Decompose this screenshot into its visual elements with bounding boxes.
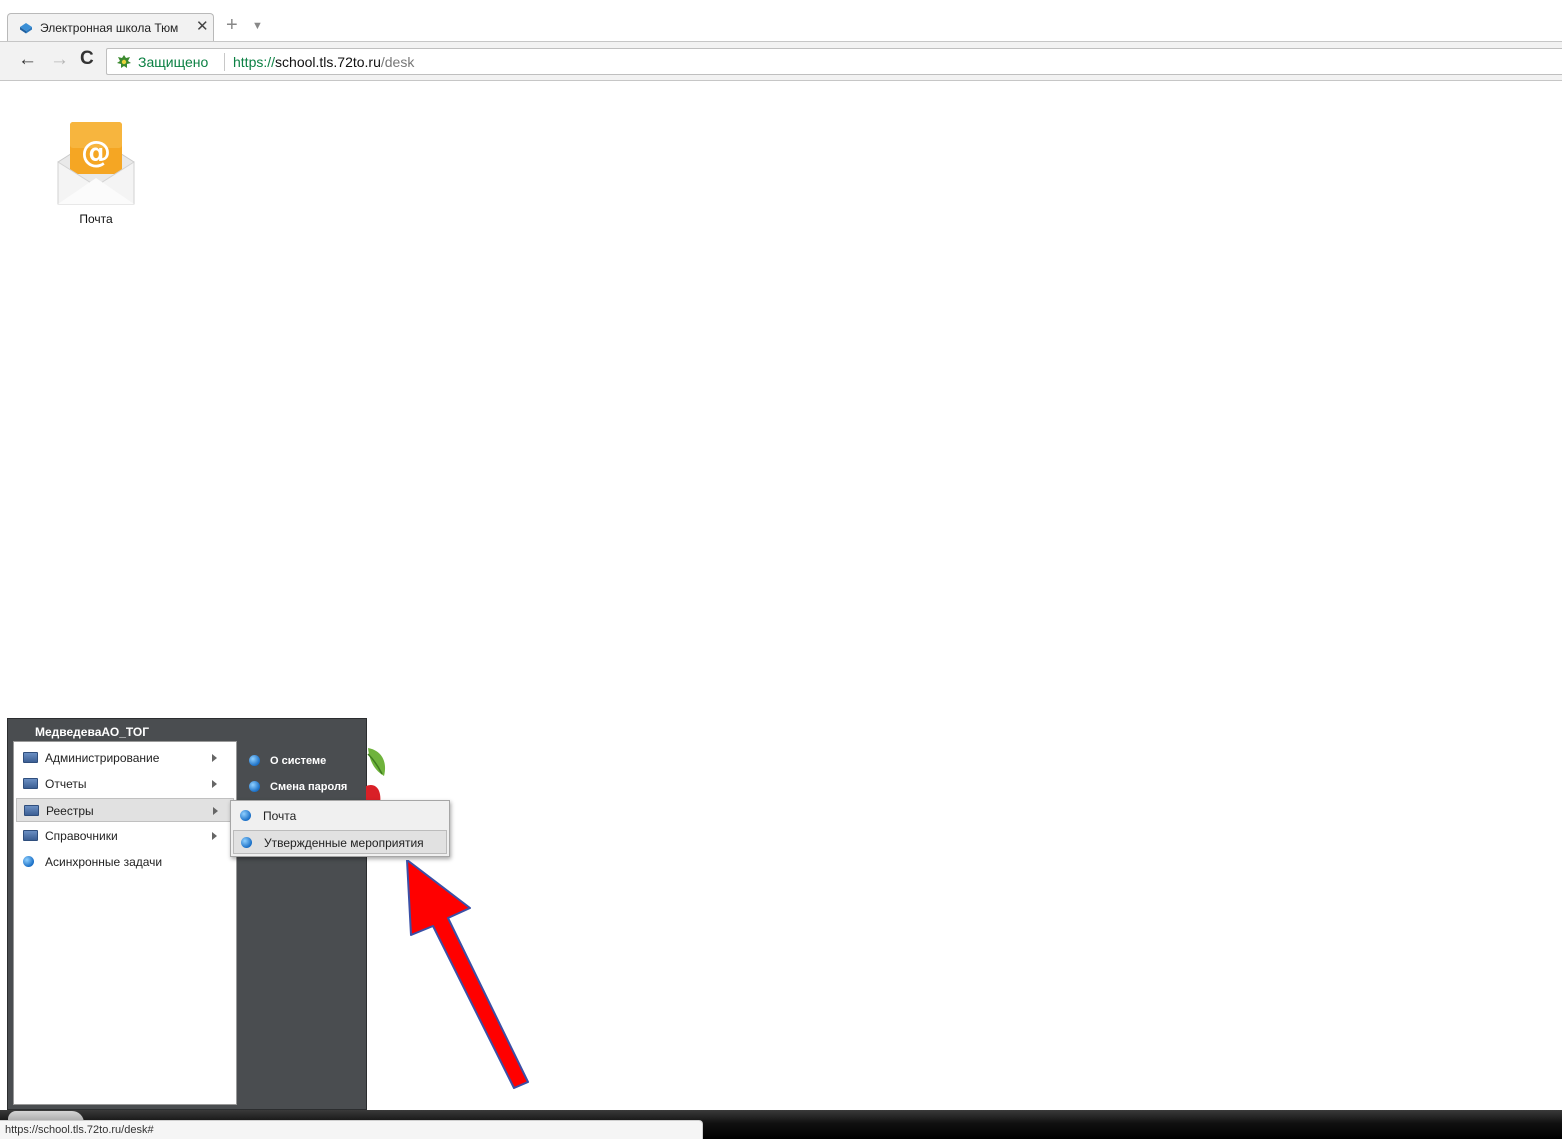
status-bubble: https://school.tls.72to.ru/desk# [0,1120,703,1139]
mail-envelope-icon: @ [57,122,135,205]
tab-title: Электронная школа Тюм [40,21,179,35]
browser-tab[interactable]: Электронная школа Тюм ✕ [7,13,214,41]
menu-item-directories[interactable]: Справочники [16,824,234,848]
dot-icon [240,810,251,821]
annotation-arrow-icon [406,860,529,1089]
submenu-item-label: Почта [263,809,297,823]
url-path: /desk [380,54,415,70]
folder-icon [23,752,38,763]
start-menu: МедведеваАО_ТОГ Администрирование Отчеты… [7,718,367,1110]
dot-icon [23,856,34,867]
app-favicon-icon [20,23,32,34]
tab-menu-icon[interactable]: ▼ [252,20,263,32]
url-text[interactable]: https://school.tls.72to.ru/desk [233,53,414,71]
menu-item-label: Асинхронные задачи [45,855,163,869]
registries-submenu: Почта Утвержденные мероприятия [230,800,450,857]
browser-tabstrip: Электронная школа Тюм ✕ + ▼ [0,0,1562,41]
menu-item-label: О системе [270,755,327,767]
menu-item-administration[interactable]: Администрирование [16,746,234,770]
submenu-item-approved-events[interactable]: Утвержденные мероприятия [233,830,447,854]
svg-text:@: @ [81,135,111,170]
submenu-arrow-icon [212,780,217,788]
desktop-icon-label: Почта [79,212,113,226]
desktop-icon-mail[interactable]: @ Почта [52,116,140,232]
submenu-arrow-icon [212,754,217,762]
menu-user-name: МедведеваАО_ТОГ [35,725,150,739]
reload-icon[interactable]: C [80,49,94,69]
back-arrow-icon[interactable]: ← [18,50,37,70]
url-scheme: https:// [233,54,276,70]
menu-item-async-tasks[interactable]: Асинхронные задачи [16,850,234,874]
submenu-arrow-icon [213,807,218,815]
menu-item-label: Реестры [46,804,94,818]
menu-item-about[interactable]: О системе [246,751,364,771]
folder-icon [24,805,39,816]
menu-item-label: Администрирование [45,751,160,765]
menu-item-reports[interactable]: Отчеты [16,772,234,796]
submenu-arrow-icon [212,832,217,840]
apple-decoration-icon [366,748,386,804]
dot-icon [241,837,252,848]
menu-item-label: Отчеты [45,777,87,791]
address-separator [224,53,225,71]
menu-item-change-password[interactable]: Смена пароля [246,777,364,797]
menu-item-registries[interactable]: Реестры [16,798,234,822]
secure-label: Защищено [138,54,209,70]
tab-close-icon[interactable]: ✕ [196,18,209,36]
browser-toolbar: ← → C Защищено https://school.tls.72to.r… [0,41,1562,81]
secure-lock-icon [117,55,131,68]
submenu-item-mail[interactable]: Почта [233,804,447,828]
submenu-item-label: Утвержденные мероприятия [264,836,424,850]
menu-item-label: Справочники [45,829,118,843]
url-host: school.tls.72to.ru [275,54,381,70]
folder-icon [23,830,38,841]
address-bar[interactable]: Защищено https://school.tls.72to.ru/desk [106,48,1562,75]
start-menu-items: Администрирование Отчеты Реестры Справоч… [13,741,237,1105]
menu-item-label: Смена пароля [270,781,348,793]
folder-icon [23,778,38,789]
status-url: https://school.tls.72to.ru/desk# [5,1124,154,1136]
dot-icon [249,781,260,792]
dot-icon [249,755,260,766]
forward-arrow-icon[interactable]: → [50,50,69,70]
new-tab-icon[interactable]: + [226,15,238,35]
